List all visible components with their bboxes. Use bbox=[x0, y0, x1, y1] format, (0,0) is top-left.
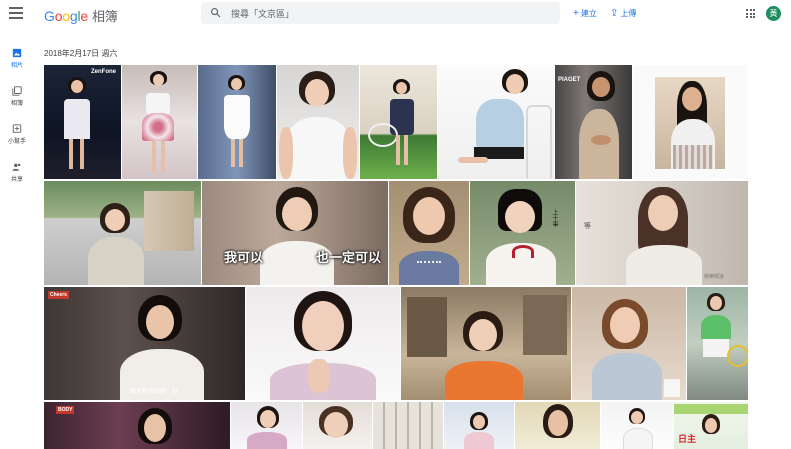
photo-thumbnail[interactable] bbox=[438, 65, 554, 179]
photo-thumbnail[interactable]: 日主 bbox=[674, 402, 748, 449]
nav-item-photos[interactable]: 相片 bbox=[0, 48, 34, 69]
watermark-text: 娛樂頻道 bbox=[704, 274, 725, 280]
upload-icon: ⇪ bbox=[610, 8, 619, 19]
photo-thumbnail[interactable]: BODY bbox=[44, 402, 230, 449]
main-menu-button[interactable] bbox=[9, 7, 23, 19]
photo-thumbnail[interactable] bbox=[572, 287, 686, 400]
upload-label: 上傳 bbox=[620, 9, 637, 18]
sharing-icon bbox=[12, 163, 21, 171]
photo-thumbnail[interactable]: 等 娛樂頻道 bbox=[576, 181, 748, 285]
nav-label: 相簿 bbox=[10, 101, 23, 107]
photo-thumbnail[interactable] bbox=[515, 402, 600, 449]
brand-text: ZenFone bbox=[91, 69, 116, 75]
photo-thumbnail[interactable]: PIAGET bbox=[555, 65, 632, 179]
subtitle-caption: 也一定可以 bbox=[316, 250, 382, 265]
date-header: 2018年2月17日 週六 bbox=[44, 49, 118, 58]
nav-item-assistant[interactable]: 小幫手 bbox=[0, 124, 34, 145]
sign-text: 上十事 bbox=[551, 209, 557, 227]
photo-thumbnail[interactable]: Cheers 講述對我的那一刻 bbox=[44, 287, 245, 400]
top-bar: Google相簿 +建立 ⇪上傳 黃 bbox=[0, 0, 791, 28]
account-avatar[interactable]: 黃 bbox=[766, 6, 781, 21]
search-icon[interactable] bbox=[210, 7, 221, 18]
photo-thumbnail[interactable] bbox=[246, 287, 400, 400]
sign-text: 等 bbox=[584, 223, 591, 230]
photo-thumbnail[interactable] bbox=[687, 287, 748, 400]
upload-button[interactable]: ⇪ 上傳 bbox=[610, 8, 636, 19]
photo-thumbnail[interactable] bbox=[373, 402, 443, 449]
logo-letter: o bbox=[62, 8, 70, 24]
logo-badge: Cheers bbox=[48, 291, 69, 299]
plus-icon: + bbox=[573, 8, 579, 19]
assistant-icon bbox=[12, 124, 22, 133]
nav-item-sharing[interactable]: 共享 bbox=[0, 162, 34, 183]
photo-thumbnail[interactable] bbox=[303, 402, 372, 449]
photo-thumbnail[interactable]: ZenFone bbox=[44, 65, 121, 179]
photo-thumbnail[interactable] bbox=[601, 402, 673, 449]
menu-icon bbox=[9, 7, 23, 9]
search-input[interactable] bbox=[229, 5, 553, 23]
photo-thumbnail[interactable] bbox=[277, 65, 359, 179]
subtitle-caption: 講述對我的那一刻 bbox=[130, 389, 179, 395]
photo-thumbnail[interactable] bbox=[44, 181, 201, 285]
google-apps-button[interactable] bbox=[746, 9, 755, 18]
product-name: 相簿 bbox=[92, 9, 118, 24]
photo-thumbnail[interactable]: 上十事 bbox=[470, 181, 575, 285]
nav-label: 相片 bbox=[10, 63, 23, 69]
search-bar[interactable] bbox=[201, 2, 560, 24]
google-photos-logo[interactable]: Google 相簿 bbox=[44, 6, 118, 25]
nav-label: 共享 bbox=[10, 177, 23, 183]
brand-text: PIAGET bbox=[558, 77, 581, 83]
subtitle-caption: 我可以 bbox=[224, 250, 264, 265]
create-label: 建立 bbox=[580, 9, 597, 18]
photo-thumbnail[interactable] bbox=[401, 287, 571, 400]
photo-thumbnail[interactable] bbox=[389, 181, 469, 285]
create-button[interactable]: + 建立 bbox=[573, 8, 597, 19]
logo-letter: G bbox=[44, 8, 55, 24]
nav-item-albums[interactable]: 相簿 bbox=[0, 86, 34, 107]
logo-badge: BODY bbox=[56, 406, 75, 414]
nav-label: 小幫手 bbox=[7, 139, 26, 145]
photo-thumbnail[interactable] bbox=[360, 65, 437, 179]
photo-thumbnail[interactable] bbox=[198, 65, 276, 179]
sign-text: 日主 bbox=[678, 434, 697, 444]
photo-thumbnail[interactable] bbox=[633, 65, 748, 179]
photo-thumbnail[interactable] bbox=[231, 402, 302, 449]
photo-icon bbox=[12, 48, 22, 58]
album-icon bbox=[12, 86, 22, 96]
logo-letter: e bbox=[80, 8, 88, 24]
photo-thumbnail[interactable] bbox=[444, 402, 514, 449]
photo-thumbnail[interactable]: 我可以 也一定可以 bbox=[202, 181, 388, 285]
photo-thumbnail[interactable] bbox=[122, 65, 197, 179]
